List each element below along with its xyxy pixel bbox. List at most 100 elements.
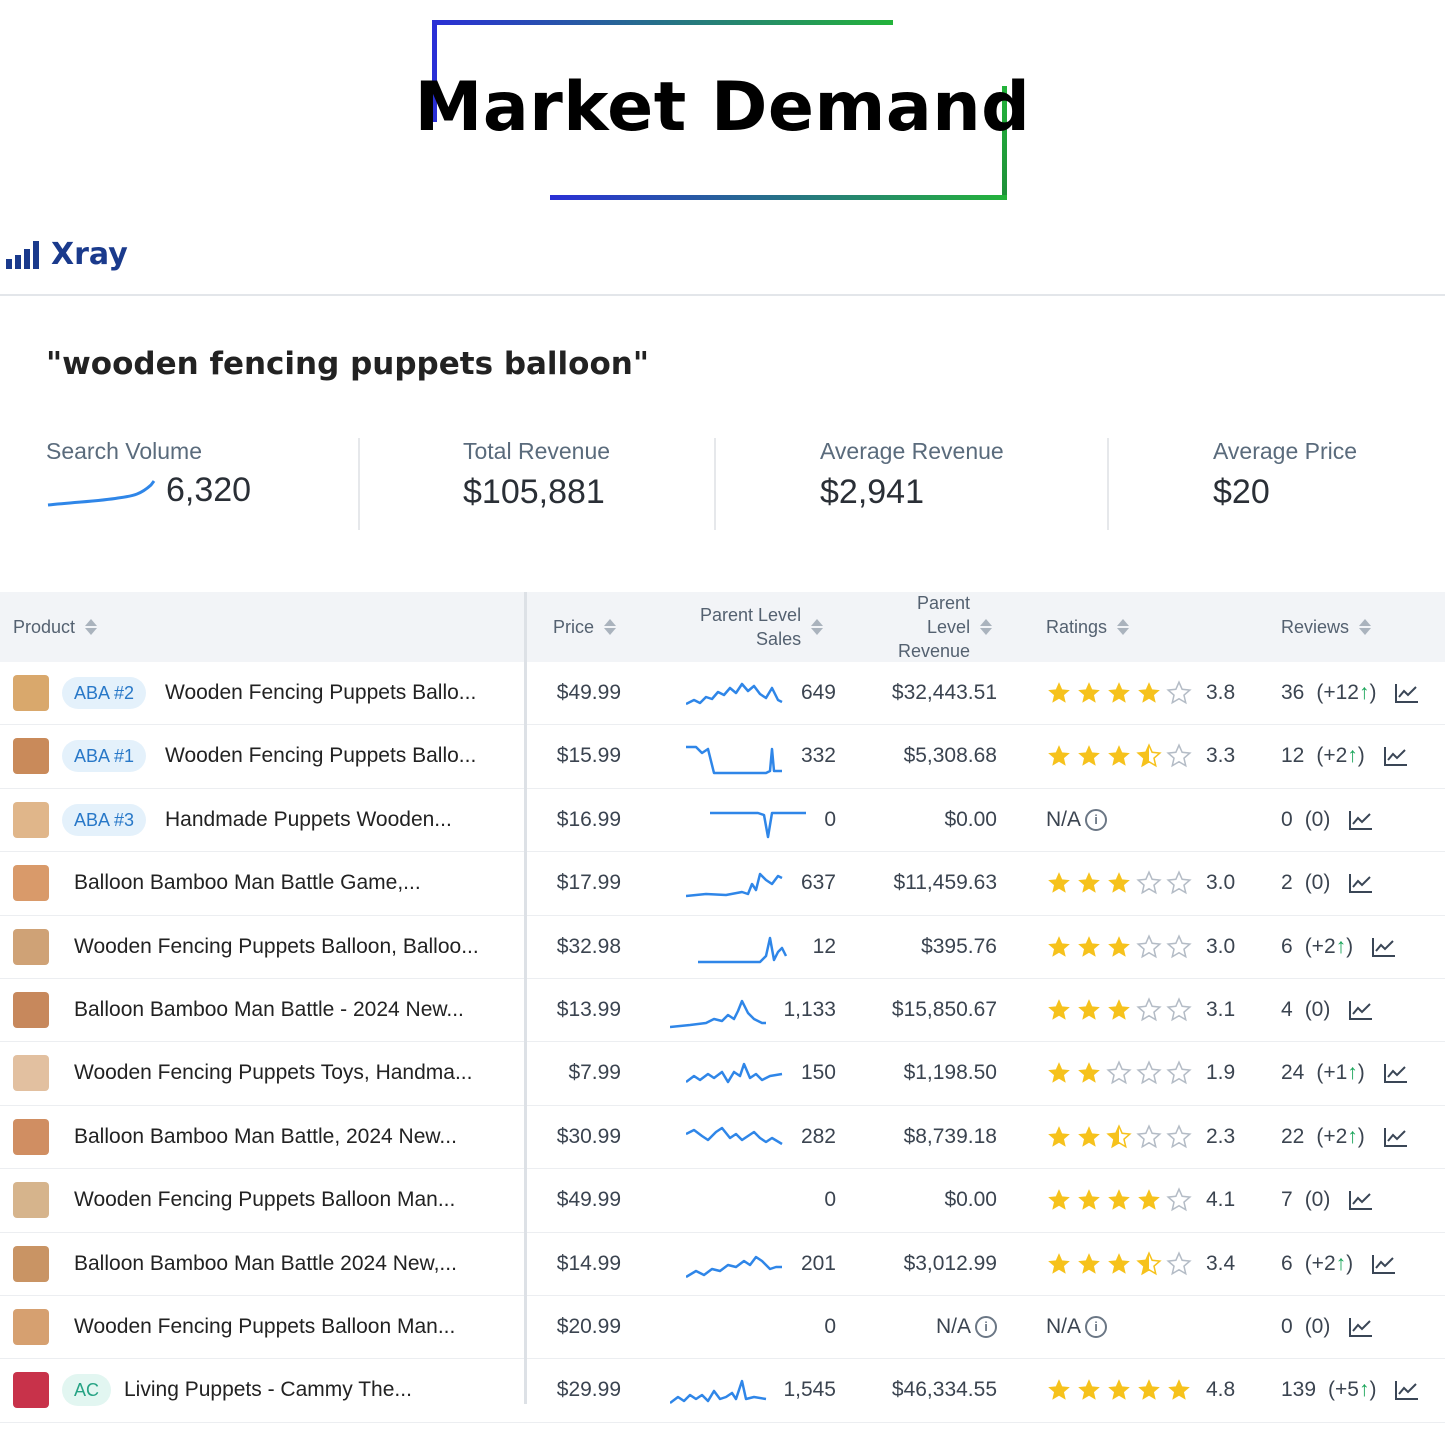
table-row[interactable]: ABA #2 Wooden Fencing Puppets Ballo... $49…: [0, 662, 1445, 726]
trend-chart-icon[interactable]: [1348, 809, 1374, 831]
arrow-up-icon: ↑: [1358, 1378, 1370, 1402]
reviews-cell: 0 (0): [1281, 1296, 1374, 1358]
col-header-price[interactable]: Price: [553, 592, 617, 662]
product-thumbnail[interactable]: [13, 1055, 49, 1092]
rating-value: 3.4: [1206, 1251, 1236, 1275]
table-row[interactable]: Balloon Bamboo Man Battle - 2024 New... $…: [0, 979, 1445, 1043]
reviews-count: 0: [1281, 1314, 1293, 1338]
trend-button[interactable]: [1348, 809, 1374, 831]
star-half-icon: [1136, 743, 1162, 768]
reviews-delta: (+5: [1328, 1378, 1359, 1402]
table-row[interactable]: Balloon Bamboo Man Battle, 2024 New... $3…: [0, 1106, 1445, 1170]
rating-value: 4.1: [1206, 1188, 1236, 1212]
revenue-cell: $11,459.63: [860, 852, 997, 914]
table-row[interactable]: ABA #1 Wooden Fencing Puppets Ballo... $15…: [0, 725, 1445, 789]
reviews-delta: (0): [1304, 997, 1331, 1021]
trend-chart-icon[interactable]: [1383, 1062, 1409, 1084]
sort-arrows-icon[interactable]: [811, 619, 824, 635]
col-header-sales[interactable]: Parent Level Sales: [700, 592, 824, 662]
info-icon[interactable]: i: [1085, 808, 1108, 831]
product-name[interactable]: Handmade Puppets Wooden...: [165, 789, 452, 851]
product-thumbnail[interactable]: [13, 1308, 49, 1345]
product-name[interactable]: Wooden Fencing Puppets Balloon Man...: [74, 1169, 455, 1231]
price-cell: $20.99: [556, 1314, 621, 1338]
trend-button[interactable]: [1348, 999, 1374, 1021]
reviews-delta: (+2: [1316, 744, 1348, 768]
trend-button[interactable]: [1348, 1316, 1374, 1338]
product-thumbnail[interactable]: [13, 865, 49, 902]
col-header-ratings[interactable]: Ratings: [1046, 592, 1130, 662]
info-icon[interactable]: i: [1085, 1315, 1108, 1338]
star-empty-icon: [1166, 870, 1192, 895]
trend-button[interactable]: [1383, 745, 1409, 767]
sort-arrows-icon[interactable]: [1359, 619, 1372, 635]
table-row[interactable]: Wooden Fencing Puppets Balloon Man... $49…: [0, 1169, 1445, 1233]
trend-chart-icon[interactable]: [1383, 1126, 1409, 1148]
trend-button[interactable]: [1348, 1189, 1374, 1211]
product-thumbnail[interactable]: [13, 1245, 49, 1282]
product-thumbnail[interactable]: [13, 1118, 49, 1155]
col-header-product[interactable]: Product: [13, 592, 98, 662]
product-thumbnail[interactable]: [13, 1182, 49, 1219]
info-icon[interactable]: i: [975, 1315, 997, 1338]
rating-stars: [1046, 1124, 1196, 1150]
product-thumbnail[interactable]: [13, 675, 49, 711]
trend-chart-icon[interactable]: [1348, 1189, 1374, 1211]
product-thumbnail[interactable]: [13, 801, 49, 838]
product-name[interactable]: Balloon Bamboo Man Battle Game,...: [74, 852, 421, 914]
trend-chart-icon[interactable]: [1348, 872, 1374, 894]
trend-button[interactable]: [1394, 1379, 1420, 1401]
table-row[interactable]: Wooden Fencing Puppets Balloon Man... $20…: [0, 1296, 1445, 1360]
sales-cell: 12: [812, 934, 836, 958]
table-row[interactable]: Balloon Bamboo Man Battle 2024 New,... $1…: [0, 1233, 1445, 1296]
trend-button[interactable]: [1348, 872, 1374, 894]
revenue-cell: $5,308.68: [860, 725, 997, 787]
product-name[interactable]: Wooden Fencing Puppets Balloon Man...: [74, 1296, 455, 1358]
trend-chart-icon[interactable]: [1348, 1316, 1374, 1338]
product-thumbnail[interactable]: [13, 928, 49, 965]
metric-total-revenue: Total Revenue $105,881: [463, 438, 610, 530]
trend-button[interactable]: [1383, 1062, 1409, 1084]
trend-button[interactable]: [1394, 682, 1420, 704]
trend-button[interactable]: [1383, 1126, 1409, 1148]
metric-average-price: Average Price $20: [1213, 438, 1357, 530]
table-row[interactable]: AC Living Puppets - Cammy The... $29.99 1,5…: [0, 1359, 1445, 1423]
trend-chart-icon[interactable]: [1371, 1253, 1397, 1275]
trend-button[interactable]: [1371, 1253, 1397, 1275]
sort-arrows-icon[interactable]: [85, 619, 98, 635]
trend-chart-icon[interactable]: [1371, 936, 1397, 958]
trend-chart-icon[interactable]: [1348, 999, 1374, 1021]
table-row[interactable]: Wooden Fencing Puppets Balloon, Balloo..…: [0, 916, 1445, 979]
product-name[interactable]: Wooden Fencing Puppets Ballo...: [165, 662, 476, 724]
table-row[interactable]: Balloon Bamboo Man Battle Game,... $17.99…: [0, 852, 1445, 916]
sort-arrows-icon[interactable]: [604, 619, 617, 635]
product-thumbnail[interactable]: [13, 1372, 49, 1409]
product-thumbnail[interactable]: [13, 991, 49, 1028]
star-icon: [1108, 935, 1130, 957]
rating-value: 3.1: [1206, 997, 1236, 1021]
star-icon: [1108, 1379, 1130, 1401]
product-name[interactable]: Living Puppets - Cammy The...: [124, 1359, 412, 1421]
star-icon: [1108, 1189, 1130, 1210]
trend-chart-icon[interactable]: [1394, 1379, 1420, 1401]
metric-value: 6,320: [166, 471, 252, 509]
col-header-reviews[interactable]: Reviews: [1281, 592, 1372, 662]
sales-cell: 637: [800, 871, 836, 895]
sort-arrows-icon[interactable]: [1117, 619, 1130, 635]
table-row[interactable]: Wooden Fencing Puppets Toys, Handma... $7…: [0, 1042, 1445, 1106]
table-row[interactable]: ABA #3 Handmade Puppets Wooden... $16.99 0 $…: [0, 789, 1445, 853]
trend-button[interactable]: [1371, 936, 1397, 958]
product-name[interactable]: Balloon Bamboo Man Battle, 2024 New...: [74, 1106, 457, 1168]
product-name[interactable]: Wooden Fencing Puppets Balloon, Balloo..…: [74, 916, 479, 978]
product-name[interactable]: Balloon Bamboo Man Battle - 2024 New...: [74, 979, 464, 1041]
product-thumbnail[interactable]: [13, 738, 49, 775]
col-header-revenue[interactable]: Parent Level Revenue: [898, 592, 993, 662]
sort-arrows-icon[interactable]: [980, 619, 993, 635]
trend-chart-icon[interactable]: [1383, 745, 1409, 767]
product-name[interactable]: Wooden Fencing Puppets Toys, Handma...: [74, 1042, 472, 1104]
product-name[interactable]: Balloon Bamboo Man Battle 2024 New,...: [74, 1233, 457, 1295]
product-name[interactable]: Wooden Fencing Puppets Ballo...: [165, 725, 476, 787]
trend-chart-icon[interactable]: [1394, 682, 1420, 704]
revenue-value: $1,198.50: [903, 1061, 997, 1085]
star-icon: [1108, 682, 1130, 703]
